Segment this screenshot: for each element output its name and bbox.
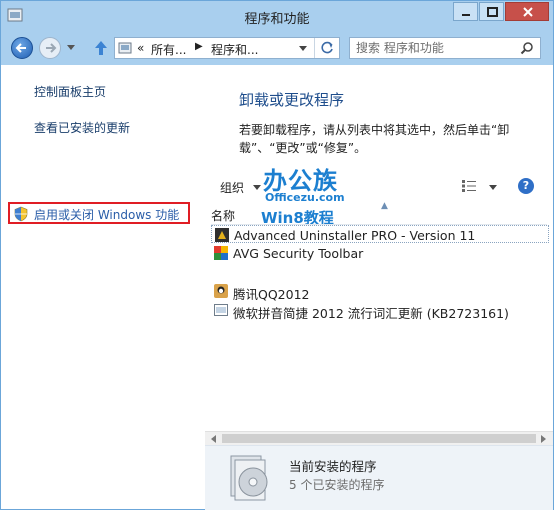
program-name: 微软拼音简捷 2012 流行词汇更新 (KB2723161) (233, 306, 509, 321)
page-title: 卸载或更改程序 (239, 91, 345, 109)
program-name: Advanced Uninstaller PRO - Version 11 (234, 228, 476, 243)
window: 程序和功能 « 所有... ▶ 程序和... 搜索 程序和功能 控制面板主页 查… (0, 0, 554, 510)
watermark-site: Officezu.com (265, 191, 345, 204)
organize-button[interactable]: 组织 (220, 179, 244, 196)
breadcrumb-overflow[interactable]: « (137, 41, 144, 55)
organize-chevron-down-icon[interactable] (253, 185, 261, 190)
forward-arrow-icon (46, 43, 57, 53)
search-icon[interactable] (520, 41, 534, 55)
minimize-icon (462, 14, 470, 16)
back-button[interactable] (11, 37, 33, 59)
content-pane: 卸载或更改程序 若要卸载程序，请从列表中将其选中，然后单击“卸载”、“更改”或“… (205, 65, 553, 510)
program-name: AVG Security Toolbar (233, 246, 364, 261)
maximize-icon (487, 7, 498, 17)
breadcrumb-separator-icon[interactable]: ▶ (195, 41, 203, 52)
qq-icon (214, 284, 228, 298)
scroll-left-arrow-icon[interactable] (211, 435, 216, 443)
up-arrow-icon[interactable] (92, 39, 110, 57)
advanced-uninstaller-icon (215, 228, 229, 242)
breadcrumb-programs[interactable]: 程序和... (211, 41, 258, 58)
page-description: 若要卸载程序，请从列表中将其选中，然后单击“卸载”、“更改”或“修复”。 (239, 123, 510, 155)
horizontal-scrollbar[interactable] (205, 431, 553, 446)
maximize-button[interactable] (479, 2, 504, 21)
installer-icon (214, 304, 228, 316)
turn-windows-features-link[interactable]: 启用或关闭 Windows 功能 (34, 206, 179, 223)
installed-programs-count: 5 个已安装的程序 (289, 478, 385, 492)
details-pane: 当前安装的程序 5 个已安装的程序 (205, 445, 553, 510)
program-row[interactable]: Advanced Uninstaller PRO - Version 11 (211, 225, 549, 243)
close-icon (523, 7, 533, 17)
view-options-chevron-down-icon[interactable] (489, 185, 497, 190)
sort-chevron-up-icon: ▲ (381, 201, 388, 211)
recent-pages-chevron-down-icon[interactable] (67, 45, 75, 50)
search-box[interactable] (349, 37, 541, 59)
program-row[interactable]: 腾讯QQ2012 (211, 282, 549, 302)
view-installed-updates-link[interactable]: 查看已安装的更新 (34, 119, 130, 136)
address-divider (314, 38, 315, 58)
breadcrumb-all-items[interactable]: 所有... (151, 41, 186, 58)
task-pane: 控制面板主页 查看已安装的更新 启用或关闭 Windows 功能 (1, 65, 205, 509)
program-row[interactable]: 微软拼音简捷 2012 流行词汇更新 (KB2723161) (211, 301, 549, 321)
view-options-icon[interactable] (462, 180, 476, 192)
installed-programs-icon (230, 455, 268, 501)
column-header-name[interactable]: 名称 (211, 207, 235, 224)
minimize-button[interactable] (453, 2, 478, 21)
scroll-thumb[interactable] (222, 434, 536, 443)
refresh-icon[interactable] (319, 40, 335, 56)
scroll-right-arrow-icon[interactable] (541, 435, 546, 443)
control-panel-home-link[interactable]: 控制面板主页 (34, 83, 106, 100)
address-dropdown-chevron-down-icon[interactable] (299, 46, 307, 51)
forward-button[interactable] (39, 37, 61, 59)
help-icon[interactable]: ? (518, 178, 534, 194)
control-panel-small-icon (118, 42, 132, 54)
back-arrow-icon (15, 43, 26, 53)
program-row[interactable]: AVG Security Toolbar (211, 244, 549, 262)
title-bar: 程序和功能 (1, 1, 553, 31)
shield-icon (14, 206, 28, 222)
close-button[interactable] (505, 2, 549, 21)
installed-programs-title: 当前安装的程序 (289, 459, 377, 474)
avg-icon (214, 246, 228, 260)
address-bar[interactable]: « 所有... ▶ 程序和... (114, 37, 340, 59)
search-input[interactable] (356, 40, 506, 56)
command-bar: 组织 ? (205, 171, 553, 201)
navigation-bar: « 所有... ▶ 程序和... (1, 31, 553, 65)
